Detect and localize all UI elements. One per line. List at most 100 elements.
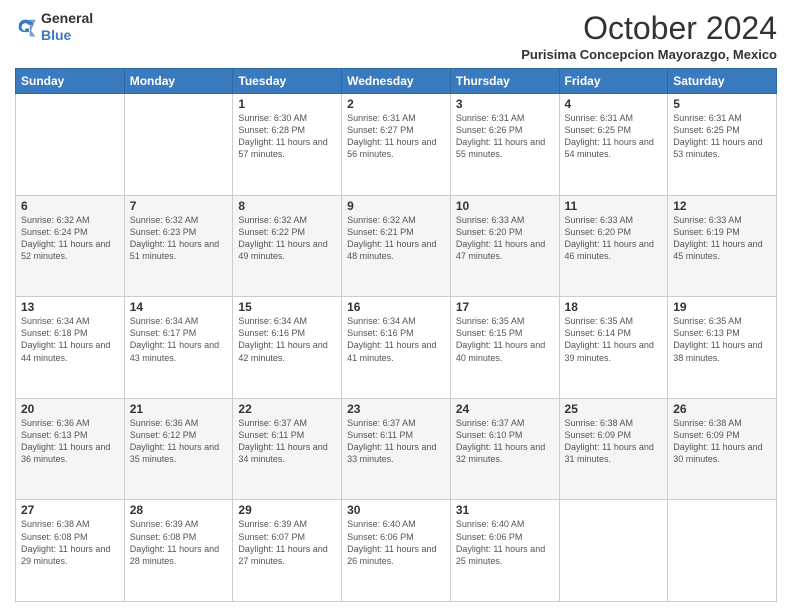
day-number: 6 — [21, 199, 119, 213]
calendar-cell: 25Sunrise: 6:38 AMSunset: 6:09 PMDayligh… — [559, 398, 668, 500]
calendar-cell: 27Sunrise: 6:38 AMSunset: 6:08 PMDayligh… — [16, 500, 125, 602]
day-number: 13 — [21, 300, 119, 314]
day-number: 18 — [565, 300, 663, 314]
calendar-cell: 2Sunrise: 6:31 AMSunset: 6:27 PMDaylight… — [342, 94, 451, 196]
calendar-cell: 8Sunrise: 6:32 AMSunset: 6:22 PMDaylight… — [233, 195, 342, 297]
weekday-tuesday: Tuesday — [233, 69, 342, 94]
day-info: Sunrise: 6:34 AMSunset: 6:16 PMDaylight:… — [238, 315, 336, 364]
day-number: 2 — [347, 97, 445, 111]
calendar-week-3: 13Sunrise: 6:34 AMSunset: 6:18 PMDayligh… — [16, 297, 777, 399]
title-area: October 2024 Purisima Concepcion Mayoraz… — [521, 10, 777, 62]
calendar-cell: 3Sunrise: 6:31 AMSunset: 6:26 PMDaylight… — [450, 94, 559, 196]
day-number: 31 — [456, 503, 554, 517]
calendar-cell: 20Sunrise: 6:36 AMSunset: 6:13 PMDayligh… — [16, 398, 125, 500]
day-number: 11 — [565, 199, 663, 213]
calendar-cell: 7Sunrise: 6:32 AMSunset: 6:23 PMDaylight… — [124, 195, 233, 297]
day-number: 26 — [673, 402, 771, 416]
day-number: 5 — [673, 97, 771, 111]
calendar-cell: 4Sunrise: 6:31 AMSunset: 6:25 PMDaylight… — [559, 94, 668, 196]
day-number: 19 — [673, 300, 771, 314]
day-info: Sunrise: 6:34 AMSunset: 6:16 PMDaylight:… — [347, 315, 445, 364]
weekday-thursday: Thursday — [450, 69, 559, 94]
calendar-cell: 31Sunrise: 6:40 AMSunset: 6:06 PMDayligh… — [450, 500, 559, 602]
calendar-cell — [668, 500, 777, 602]
day-info: Sunrise: 6:32 AMSunset: 6:23 PMDaylight:… — [130, 214, 228, 263]
day-info: Sunrise: 6:38 AMSunset: 6:09 PMDaylight:… — [673, 417, 771, 466]
calendar-cell: 29Sunrise: 6:39 AMSunset: 6:07 PMDayligh… — [233, 500, 342, 602]
calendar-cell — [124, 94, 233, 196]
calendar-cell: 17Sunrise: 6:35 AMSunset: 6:15 PMDayligh… — [450, 297, 559, 399]
day-info: Sunrise: 6:31 AMSunset: 6:25 PMDaylight:… — [673, 112, 771, 161]
calendar-cell: 6Sunrise: 6:32 AMSunset: 6:24 PMDaylight… — [16, 195, 125, 297]
month-title: October 2024 — [521, 10, 777, 47]
weekday-monday: Monday — [124, 69, 233, 94]
day-info: Sunrise: 6:33 AMSunset: 6:20 PMDaylight:… — [456, 214, 554, 263]
day-number: 4 — [565, 97, 663, 111]
calendar-table: SundayMondayTuesdayWednesdayThursdayFrid… — [15, 68, 777, 602]
weekday-header-row: SundayMondayTuesdayWednesdayThursdayFrid… — [16, 69, 777, 94]
day-number: 29 — [238, 503, 336, 517]
day-number: 24 — [456, 402, 554, 416]
day-info: Sunrise: 6:34 AMSunset: 6:17 PMDaylight:… — [130, 315, 228, 364]
logo-icon — [15, 16, 37, 38]
weekday-saturday: Saturday — [668, 69, 777, 94]
day-number: 27 — [21, 503, 119, 517]
calendar-cell: 5Sunrise: 6:31 AMSunset: 6:25 PMDaylight… — [668, 94, 777, 196]
calendar-cell: 24Sunrise: 6:37 AMSunset: 6:10 PMDayligh… — [450, 398, 559, 500]
day-info: Sunrise: 6:31 AMSunset: 6:27 PMDaylight:… — [347, 112, 445, 161]
calendar-cell: 30Sunrise: 6:40 AMSunset: 6:06 PMDayligh… — [342, 500, 451, 602]
day-number: 9 — [347, 199, 445, 213]
calendar-cell — [559, 500, 668, 602]
logo-blue: Blue — [41, 27, 93, 44]
day-info: Sunrise: 6:32 AMSunset: 6:24 PMDaylight:… — [21, 214, 119, 263]
day-number: 1 — [238, 97, 336, 111]
logo-text: General Blue — [41, 10, 93, 44]
calendar-cell: 1Sunrise: 6:30 AMSunset: 6:28 PMDaylight… — [233, 94, 342, 196]
weekday-sunday: Sunday — [16, 69, 125, 94]
calendar-cell: 26Sunrise: 6:38 AMSunset: 6:09 PMDayligh… — [668, 398, 777, 500]
calendar-cell: 15Sunrise: 6:34 AMSunset: 6:16 PMDayligh… — [233, 297, 342, 399]
location: Purisima Concepcion Mayorazgo, Mexico — [521, 47, 777, 62]
day-number: 21 — [130, 402, 228, 416]
day-info: Sunrise: 6:35 AMSunset: 6:13 PMDaylight:… — [673, 315, 771, 364]
day-info: Sunrise: 6:39 AMSunset: 6:07 PMDaylight:… — [238, 518, 336, 567]
day-number: 22 — [238, 402, 336, 416]
calendar-cell: 19Sunrise: 6:35 AMSunset: 6:13 PMDayligh… — [668, 297, 777, 399]
day-info: Sunrise: 6:40 AMSunset: 6:06 PMDaylight:… — [456, 518, 554, 567]
day-info: Sunrise: 6:33 AMSunset: 6:20 PMDaylight:… — [565, 214, 663, 263]
logo-general: General — [41, 10, 93, 27]
day-info: Sunrise: 6:31 AMSunset: 6:25 PMDaylight:… — [565, 112, 663, 161]
calendar-cell: 28Sunrise: 6:39 AMSunset: 6:08 PMDayligh… — [124, 500, 233, 602]
day-number: 7 — [130, 199, 228, 213]
logo: General Blue — [15, 10, 93, 44]
calendar-cell: 13Sunrise: 6:34 AMSunset: 6:18 PMDayligh… — [16, 297, 125, 399]
day-info: Sunrise: 6:37 AMSunset: 6:11 PMDaylight:… — [347, 417, 445, 466]
day-info: Sunrise: 6:35 AMSunset: 6:14 PMDaylight:… — [565, 315, 663, 364]
day-info: Sunrise: 6:40 AMSunset: 6:06 PMDaylight:… — [347, 518, 445, 567]
day-number: 12 — [673, 199, 771, 213]
calendar-week-2: 6Sunrise: 6:32 AMSunset: 6:24 PMDaylight… — [16, 195, 777, 297]
day-number: 23 — [347, 402, 445, 416]
day-number: 10 — [456, 199, 554, 213]
day-number: 14 — [130, 300, 228, 314]
header: General Blue October 2024 Purisima Conce… — [15, 10, 777, 62]
day-info: Sunrise: 6:33 AMSunset: 6:19 PMDaylight:… — [673, 214, 771, 263]
day-info: Sunrise: 6:31 AMSunset: 6:26 PMDaylight:… — [456, 112, 554, 161]
calendar-cell — [16, 94, 125, 196]
weekday-wednesday: Wednesday — [342, 69, 451, 94]
calendar-cell: 23Sunrise: 6:37 AMSunset: 6:11 PMDayligh… — [342, 398, 451, 500]
calendar-cell: 11Sunrise: 6:33 AMSunset: 6:20 PMDayligh… — [559, 195, 668, 297]
day-info: Sunrise: 6:32 AMSunset: 6:21 PMDaylight:… — [347, 214, 445, 263]
day-number: 3 — [456, 97, 554, 111]
day-info: Sunrise: 6:36 AMSunset: 6:12 PMDaylight:… — [130, 417, 228, 466]
calendar-cell: 22Sunrise: 6:37 AMSunset: 6:11 PMDayligh… — [233, 398, 342, 500]
calendar-cell: 12Sunrise: 6:33 AMSunset: 6:19 PMDayligh… — [668, 195, 777, 297]
calendar-cell: 18Sunrise: 6:35 AMSunset: 6:14 PMDayligh… — [559, 297, 668, 399]
calendar-cell: 10Sunrise: 6:33 AMSunset: 6:20 PMDayligh… — [450, 195, 559, 297]
day-number: 16 — [347, 300, 445, 314]
day-number: 25 — [565, 402, 663, 416]
day-info: Sunrise: 6:30 AMSunset: 6:28 PMDaylight:… — [238, 112, 336, 161]
day-info: Sunrise: 6:37 AMSunset: 6:10 PMDaylight:… — [456, 417, 554, 466]
calendar-week-4: 20Sunrise: 6:36 AMSunset: 6:13 PMDayligh… — [16, 398, 777, 500]
calendar-week-1: 1Sunrise: 6:30 AMSunset: 6:28 PMDaylight… — [16, 94, 777, 196]
